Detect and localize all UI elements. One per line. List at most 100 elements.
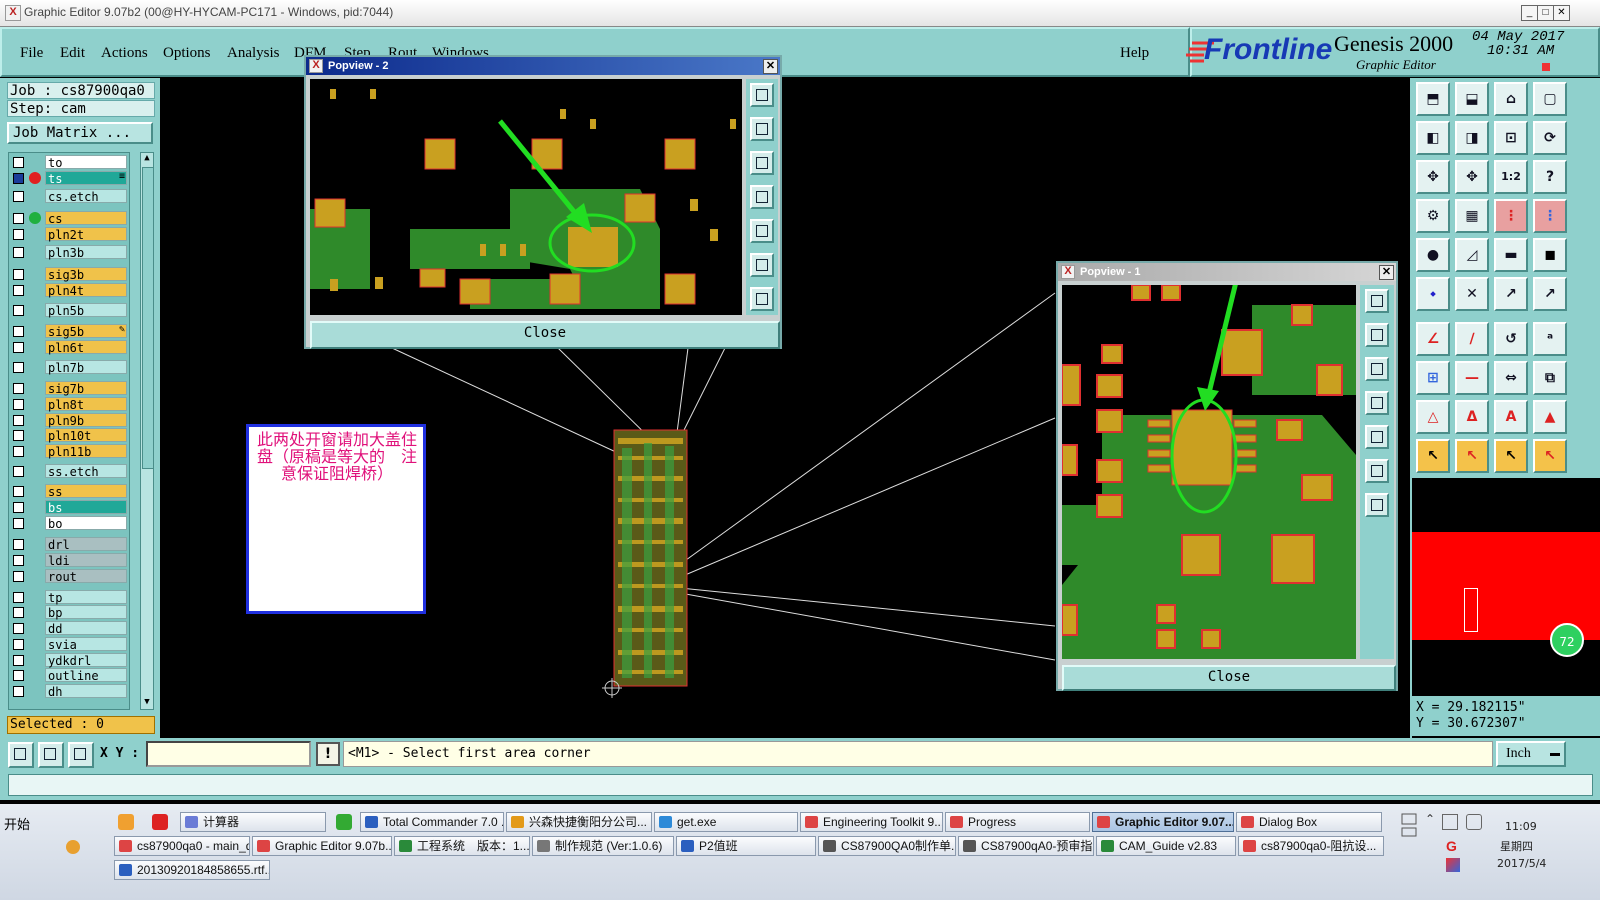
layer-row-dd[interactable]: dd [11, 621, 127, 636]
layer-row-pln7b[interactable]: pln7b [11, 360, 127, 375]
zoom-window-icon[interactable]: ⊡ [1494, 121, 1528, 155]
layer-name[interactable]: drl [45, 537, 127, 552]
popview-2-pan-left-icon[interactable] [750, 185, 774, 209]
layer-row-pln6t[interactable]: pln6t [11, 340, 127, 355]
taskbar-item[interactable]: 兴森快捷衡阳分公司... [506, 812, 652, 832]
menu-file[interactable]: File [20, 45, 43, 62]
layer-row-pln2t[interactable]: pln2t [11, 227, 127, 242]
ruler-icon[interactable]: ▬ [1494, 238, 1528, 272]
layer-checkbox[interactable] [13, 686, 24, 697]
layer-name[interactable]: pln4t [45, 283, 127, 298]
start-button[interactable]: 开始 [4, 814, 30, 833]
layer-name[interactable]: svia [45, 637, 127, 652]
minus-icon[interactable]: — [1455, 361, 1489, 395]
layer-checkbox[interactable] [13, 285, 24, 296]
layer-row-drl[interactable]: drl [11, 537, 127, 552]
arrow-a-icon[interactable]: Δ [1455, 400, 1489, 434]
layer-name[interactable]: ydkdrl [45, 653, 127, 668]
redraw-icon[interactable]: ⟳ [1533, 121, 1567, 155]
measure-icon[interactable] [38, 742, 64, 768]
layer-scrollbar[interactable]: ▲ ▼ [140, 152, 154, 710]
taskbar-item[interactable]: CS87900qA0-预审指... [958, 836, 1094, 856]
surface-icon[interactable]: ⊞ [1416, 361, 1450, 395]
layer-checkbox[interactable] [13, 157, 24, 168]
layer-checkbox[interactable] [13, 415, 24, 426]
layer-checkbox[interactable] [13, 399, 24, 410]
menu-edit[interactable]: Edit [60, 45, 85, 62]
triangle-icon[interactable]: △ [1416, 400, 1450, 434]
layer-name[interactable]: to [45, 155, 127, 170]
layer-checkbox[interactable] [13, 639, 24, 650]
layer-row-cs[interactable]: cs [11, 211, 127, 226]
layer-row-to[interactable]: to [11, 155, 127, 170]
arc-icon[interactable]: ↺ [1494, 322, 1528, 356]
slash-icon[interactable]: ∕ [1455, 322, 1489, 356]
layer-row-bs[interactable]: bs [11, 500, 127, 515]
layer-row-sig7b[interactable]: sig7b [11, 381, 127, 396]
layer-row-rout[interactable]: rout [11, 569, 127, 584]
layer-name[interactable]: bs [45, 500, 127, 515]
popview-2-home-icon[interactable] [750, 287, 774, 311]
layer-name[interactable]: ss.etch [45, 464, 127, 479]
line-icon[interactable]: ∠ [1416, 322, 1450, 356]
popview-2-pan-right-icon[interactable] [750, 219, 774, 243]
connect-icon[interactable]: ⬩ [1416, 277, 1450, 311]
taskbar-item[interactable]: P2值班 [676, 836, 816, 856]
layer-row-pln3b[interactable]: pln3b [11, 245, 127, 260]
taskbar-item[interactable]: Engineering Toolkit 9.... [800, 812, 943, 832]
popview-1-home-icon[interactable] [1365, 493, 1389, 517]
text-icon[interactable]: ᵃ [1533, 322, 1567, 356]
layer-name[interactable]: pln5b [45, 303, 127, 318]
feature-icon[interactable]: ● [1416, 238, 1450, 272]
popview-1-pan-down-icon[interactable] [1365, 357, 1389, 381]
layer-name[interactable]: sig7b [45, 381, 127, 396]
layer-checkbox[interactable] [13, 539, 24, 550]
popview-1-close-icon[interactable]: ✕ [1379, 265, 1394, 280]
popview-2-pan-up-icon[interactable] [750, 117, 774, 141]
layer-checkbox[interactable] [13, 342, 24, 353]
layer-checkbox[interactable] [13, 383, 24, 394]
layer-row-sig3b[interactable]: sig3b [11, 267, 127, 282]
layer-name[interactable]: pln9b [45, 413, 127, 428]
layer-checkbox[interactable] [13, 555, 24, 566]
layer-checkbox[interactable] [13, 670, 24, 681]
layer-checkbox[interactable] [13, 502, 24, 513]
layer-row-ydkdrl[interactable]: ydkdrl [11, 653, 127, 668]
layer-checkbox[interactable] [13, 518, 24, 529]
tray-g-icon[interactable]: G [1446, 838, 1457, 854]
layer-checkbox[interactable] [13, 305, 24, 316]
popview-2-close-icon[interactable]: ✕ [763, 59, 778, 74]
zoom-out-icon[interactable]: ◨ [1455, 121, 1489, 155]
select-icon[interactable]: ↖ [1416, 439, 1450, 473]
help-icon[interactable]: ? [1533, 160, 1567, 194]
job-matrix-button[interactable]: Job Matrix ... [7, 122, 153, 144]
layer-name[interactable]: pln10t [45, 428, 127, 443]
menu-analysis[interactable]: Analysis [227, 45, 280, 62]
ie-icon[interactable] [336, 814, 352, 830]
layer-checkbox[interactable] [13, 213, 24, 224]
taskbar-item[interactable]: 制作规范 (Ver:1.0.6) [532, 836, 674, 856]
popview-1-titlebar[interactable]: X Popview - 1 [1058, 263, 1396, 281]
snap-blue-icon[interactable]: ⋮ [1533, 199, 1567, 233]
open-icon[interactable]: ⬒ [1416, 82, 1450, 116]
layer-name[interactable]: cs.etch [45, 189, 127, 204]
maximize-button[interactable]: □ [1537, 5, 1554, 21]
layer-name[interactable]: ldi [45, 553, 127, 568]
layer-name[interactable]: pln6t [45, 340, 127, 355]
alert-icon[interactable]: ! [316, 742, 340, 766]
popview-2-canvas[interactable] [310, 79, 742, 315]
pdf-icon[interactable] [152, 814, 168, 830]
layer-row-ss[interactable]: ss [11, 484, 127, 499]
layer-name[interactable]: sig5b [45, 324, 127, 339]
layer-name[interactable]: cs [45, 211, 127, 226]
layer-name[interactable]: ts [45, 171, 127, 186]
layer-row-pln8t[interactable]: pln8t [11, 397, 127, 412]
layer-name[interactable]: ss [45, 484, 127, 499]
layer-checkbox[interactable] [13, 607, 24, 618]
units-selector[interactable]: Inch ▬ [1496, 741, 1566, 767]
layer-row-tp[interactable]: tp [11, 590, 127, 605]
menu-actions[interactable]: Actions [101, 45, 148, 62]
layer-row-outline[interactable]: outline [11, 668, 127, 683]
folder-icon[interactable] [118, 814, 134, 830]
layer-checkbox[interactable] [13, 623, 24, 634]
